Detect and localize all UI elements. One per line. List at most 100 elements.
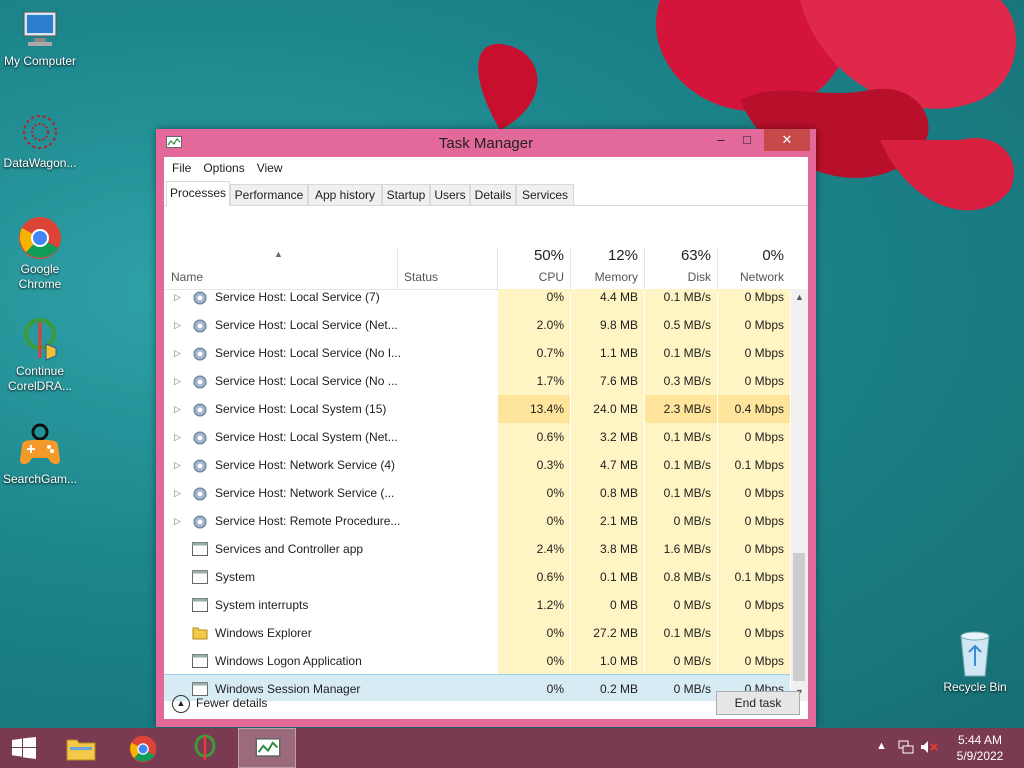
chrome-icon: [19, 217, 61, 259]
table-row[interactable]: ▷ Service Host: Local Service (Net... 2.0%…: [164, 311, 790, 339]
table-row[interactable]: ▷ Service Host: Local System (Net... 0.6% 3…: [164, 423, 790, 451]
desktop-icon-label: Continue CorelDRA...: [7, 364, 72, 393]
tab-performance[interactable]: Performance: [230, 184, 308, 205]
app-window-icon: [192, 542, 208, 556]
process-name: Service Host: Local Service (7): [215, 290, 380, 304]
process-name: Service Host: Local System (Net...: [215, 430, 398, 444]
taskbar-task-manager[interactable]: [238, 728, 296, 768]
taskbar-coreldraw[interactable]: [182, 728, 228, 768]
disk-cell: 0 MB/s: [645, 507, 717, 535]
column-memory[interactable]: 12% Memory: [571, 207, 644, 289]
column-name[interactable]: Name: [171, 270, 203, 284]
memory-cell: 0.1 MB: [571, 563, 644, 591]
cpu-cell: 0.6%: [498, 423, 570, 451]
memory-percent: 12%: [607, 247, 638, 264]
memory-cell: 24.0 MB: [571, 395, 644, 423]
system-clock[interactable]: 5:44 AM 5/9/2022: [944, 732, 1016, 764]
tab-services[interactable]: Services: [516, 184, 574, 205]
gear-icon: [192, 486, 208, 501]
table-row[interactable]: ▷ Service Host: Local Service (No I... 0.7…: [164, 339, 790, 367]
network-cell: 0 Mbps: [718, 535, 790, 563]
app-window-icon: [192, 654, 208, 668]
table-row[interactable]: ▷ Service Host: Network Service (... 0% 0.8…: [164, 479, 790, 507]
network-cell: 0.1 Mbps: [718, 451, 790, 479]
menu-file[interactable]: File: [166, 157, 197, 179]
volume-muted-icon[interactable]: [920, 740, 938, 757]
process-name: Service Host: Local System (15): [215, 402, 387, 416]
tab-details[interactable]: Details: [470, 184, 516, 205]
tab-users[interactable]: Users: [430, 184, 470, 205]
chrome-icon: [129, 735, 157, 763]
gamepad-icon: [20, 423, 60, 465]
disk-cell: 1.6 MB/s: [645, 535, 717, 563]
chevron-up-icon: ▲: [172, 694, 190, 713]
column-status[interactable]: Status: [404, 270, 438, 284]
scroll-up-icon[interactable]: ▲: [791, 289, 808, 306]
menu-options[interactable]: Options: [197, 157, 250, 179]
table-row[interactable]: ▷ Service Host: Local Service (No ... 1.7%…: [164, 367, 790, 395]
network-cell: 0.4 Mbps: [718, 395, 790, 423]
table-row[interactable]: ▷ Service Host: Local System (15) 13.4% 24.…: [164, 395, 790, 423]
memory-cell: 27.2 MB: [571, 619, 644, 647]
fewer-details-button[interactable]: ▲ Fewer details: [172, 691, 267, 715]
table-row[interactable]: System 0.6% 0.1 MB 0.8 MB/s 0.1 Mbps: [164, 563, 790, 591]
table-row[interactable]: ▷ Service Host: Local Service (7) 0% 4.4 MB…: [164, 289, 790, 311]
start-button[interactable]: [0, 728, 50, 768]
process-name: Service Host: Network Service (4): [215, 458, 396, 472]
desktop-icon-recycle-bin[interactable]: Recycle Bin: [935, 630, 1015, 695]
tab-startup[interactable]: Startup: [382, 184, 430, 205]
expand-chevron-icon[interactable]: ▷: [174, 395, 181, 423]
column-network[interactable]: 0% Network: [718, 207, 790, 289]
speaker-icon: [921, 741, 938, 753]
expand-chevron-icon[interactable]: ▷: [174, 507, 181, 535]
cpu-cell: 0%: [498, 479, 570, 507]
app-window-icon: [192, 598, 208, 612]
expand-chevron-icon[interactable]: ▷: [174, 451, 181, 479]
desktop-icon-coreldraw[interactable]: Continue CorelDRA...: [0, 318, 80, 394]
desktop-icon-my-computer[interactable]: My Computer: [0, 10, 80, 69]
table-row[interactable]: Windows Logon Application 0% 1.0 MB 0 MB/s 0…: [164, 647, 790, 675]
maximize-button[interactable]: □: [734, 129, 760, 151]
desktop-icon-searchgames[interactable]: SearchGam...: [0, 422, 80, 487]
title-bar[interactable]: Task Manager – □ ✕: [156, 129, 816, 157]
cpu-cell: 0.3%: [498, 451, 570, 479]
fewer-details-label: Fewer details: [196, 696, 268, 710]
desktop-icon-label: My Computer: [3, 54, 77, 68]
close-button[interactable]: ✕: [764, 129, 810, 151]
vertical-scrollbar[interactable]: ▲ ▼: [791, 289, 808, 701]
network-icon[interactable]: [898, 740, 914, 757]
expand-chevron-icon[interactable]: ▷: [174, 289, 181, 311]
folder-icon: [66, 739, 96, 761]
show-hidden-icons-icon[interactable]: ▲: [876, 740, 887, 752]
expand-chevron-icon[interactable]: ▷: [174, 479, 181, 507]
window-client: File Options View Processes Performance Ap…: [164, 157, 808, 719]
column-cpu[interactable]: 50% CPU: [498, 207, 570, 289]
taskbar-chrome[interactable]: [120, 728, 166, 768]
table-row[interactable]: ▷ Service Host: Remote Procedure... 0% 2.1 …: [164, 507, 790, 535]
cpu-cell: 0%: [546, 682, 564, 696]
expand-chevron-icon[interactable]: ▷: [174, 311, 181, 339]
tab-processes[interactable]: Processes: [166, 181, 230, 206]
expand-chevron-icon[interactable]: ▷: [174, 423, 181, 451]
process-name: System interrupts: [215, 598, 309, 612]
expand-chevron-icon[interactable]: ▷: [174, 339, 181, 367]
minimize-button[interactable]: –: [708, 129, 734, 151]
table-row[interactable]: ▷ Service Host: Network Service (4) 0.3% 4.…: [164, 451, 790, 479]
cpu-cell: 2.0%: [498, 311, 570, 339]
table-row[interactable]: Services and Controller app 2.4% 3.8 MB 1.6…: [164, 535, 790, 563]
column-disk[interactable]: 63% Disk: [645, 207, 717, 289]
end-task-button[interactable]: End task: [716, 691, 800, 715]
table-row[interactable]: Windows Explorer 0% 27.2 MB 0.1 MB/s 0 Mbps: [164, 619, 790, 647]
menu-view[interactable]: View: [251, 157, 289, 179]
table-row[interactable]: System interrupts 1.2% 0 MB 0 MB/s 0 Mbps: [164, 591, 790, 619]
tab-app-history[interactable]: App history: [308, 184, 382, 205]
expand-chevron-icon[interactable]: ▷: [174, 367, 181, 395]
scroll-thumb[interactable]: [793, 553, 805, 681]
desktop-icon-datawagon[interactable]: DataWagon...: [0, 112, 80, 171]
taskbar-file-explorer[interactable]: [58, 728, 104, 768]
gear-icon: [192, 514, 208, 529]
process-name: System: [215, 570, 256, 584]
disk-label: Disk: [687, 270, 711, 284]
process-name: Windows Logon Application: [215, 654, 362, 668]
desktop-icon-google-chrome[interactable]: Google Chrome: [0, 216, 80, 292]
